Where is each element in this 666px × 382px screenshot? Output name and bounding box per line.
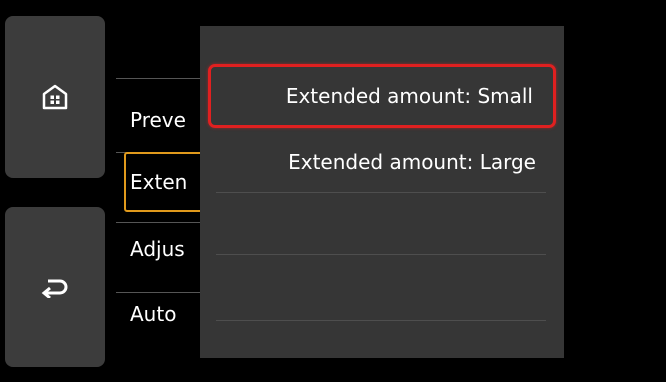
- list-item-adjust[interactable]: Adjus: [130, 237, 185, 261]
- list-item-preview[interactable]: Preve: [130, 108, 186, 132]
- back-arrow-icon: [41, 279, 68, 298]
- option-label: Extended amount: Large: [288, 150, 536, 174]
- option-divider: [216, 192, 546, 193]
- list-item-label: Exten: [130, 170, 188, 194]
- option-divider: [216, 320, 546, 321]
- home-icon: [42, 84, 68, 110]
- option-label: Extended amount: Small: [285, 84, 533, 108]
- option-empty-1: [208, 194, 556, 252]
- option-extended-amount-large[interactable]: Extended amount: Large: [208, 134, 556, 190]
- back-button[interactable]: [5, 207, 105, 367]
- option-extended-amount-small[interactable]: Extended amount: Small: [208, 64, 556, 128]
- list-item-auto[interactable]: Auto: [130, 302, 176, 326]
- extended-amount-dropdown: Extended amount: Small Extended amount: …: [200, 26, 564, 358]
- option-divider: [216, 254, 546, 255]
- option-empty-2: [208, 256, 556, 318]
- home-button[interactable]: [5, 16, 105, 178]
